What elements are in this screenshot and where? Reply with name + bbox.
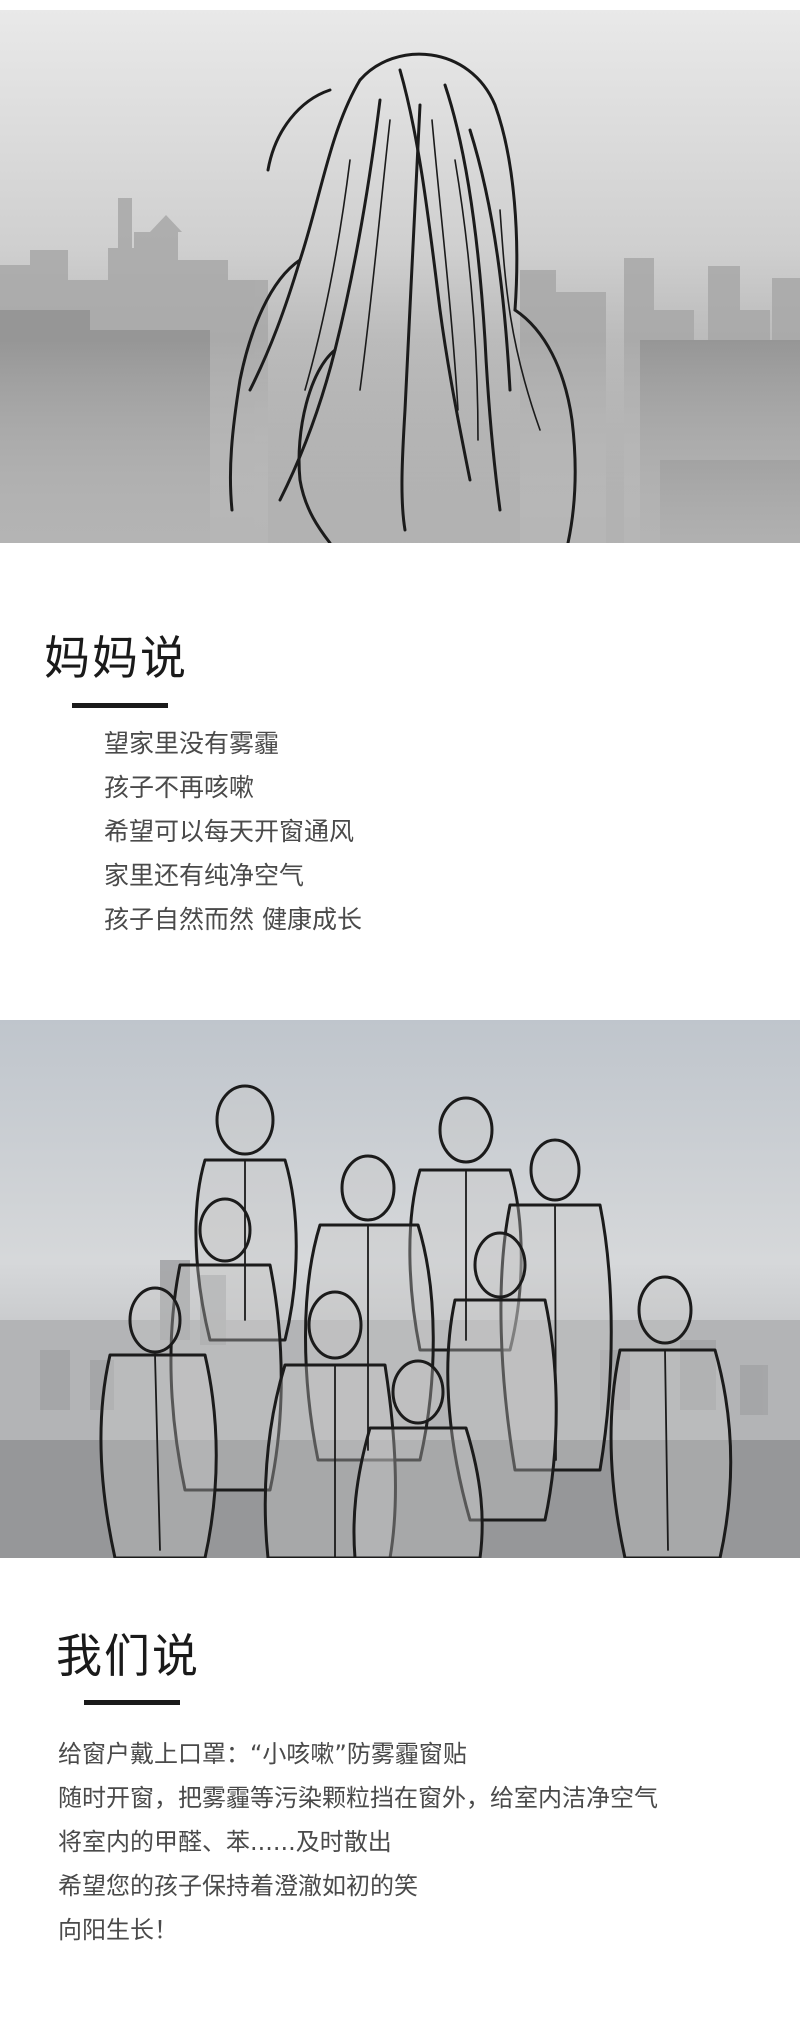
illustration-crowd-smog-city [0, 1020, 800, 1558]
mom-text-line: 孩子不再咳嗽 [104, 773, 255, 802]
section-title-us: 我们说 [56, 1629, 200, 1683]
title-underline-mom [72, 703, 168, 708]
mom-text-line: 望家里没有雾霾 [104, 729, 280, 758]
mom-text-line: 家里还有纯净空气 [104, 861, 305, 890]
girl-smog-skyline-image [0, 10, 800, 543]
title-underline-us [84, 1700, 180, 1705]
mom-text-line: 孩子自然而然 健康成长 [104, 905, 362, 934]
us-text-line: 随时开窗，把雾霾等污染颗粒挡在窗外，给室内洁净空气 [58, 1784, 658, 1812]
us-text-line: 希望您的孩子保持着澄澈如初的笑 [58, 1872, 418, 1900]
us-text-line: 向阳生长！ [58, 1916, 178, 1944]
us-text-line: 将室内的甲醛、苯......及时散出 [58, 1828, 392, 1856]
us-text-line: 给窗户戴上口罩：“小咳嗽”防雾霾窗贴 [58, 1740, 467, 1768]
mom-text-line: 希望可以每天开窗通风 [104, 817, 355, 846]
crowd-smog-city-image [0, 1020, 800, 1558]
us-text-list: 给窗户戴上口罩：“小咳嗽”防雾霾窗贴 随时开窗，把雾霾等污染颗粒挡在窗外，给室内… [58, 1732, 658, 1952]
mom-text-list: 望家里没有雾霾 孩子不再咳嗽 希望可以每天开窗通风 家里还有纯净空气 孩子自然而… [104, 722, 362, 942]
section-title-mom: 妈妈说 [44, 631, 188, 685]
illustration-girl-smog-skyline [0, 10, 800, 543]
